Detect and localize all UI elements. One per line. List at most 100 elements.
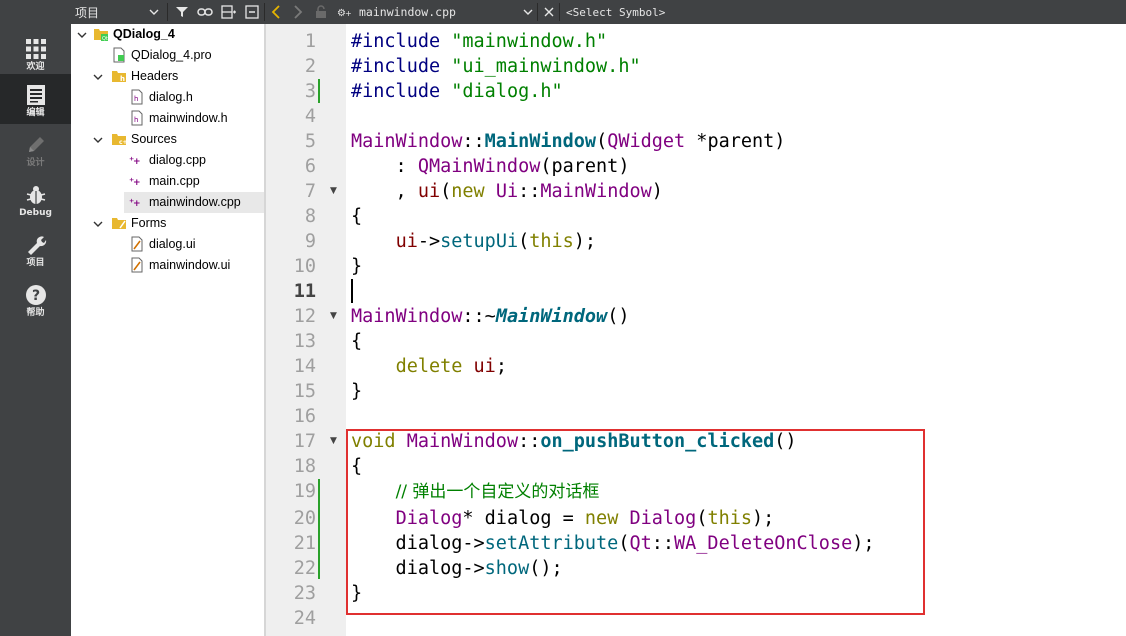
chevron-down-icon[interactable]	[93, 135, 103, 145]
chevron-down-icon[interactable]	[93, 72, 103, 82]
code-line: #include "mainwindow.h"	[351, 31, 608, 52]
fold-marker-icon[interactable]: ▼	[330, 304, 340, 329]
mode-label: 帮助	[26, 308, 45, 318]
mode-debug[interactable]: Debug	[0, 174, 71, 224]
edit-doc-icon	[25, 84, 47, 106]
line-number: 9	[304, 231, 316, 252]
cpp-file-icon: ⁺ +	[129, 194, 145, 210]
code-line: }	[351, 381, 363, 402]
text-cursor	[351, 279, 353, 303]
filter-icon[interactable]	[175, 0, 189, 24]
pencil-icon	[25, 134, 47, 156]
code-line: #include "dialog.h"	[351, 81, 563, 102]
folder-icon: h	[111, 68, 127, 84]
chevron-down-icon[interactable]	[93, 219, 103, 229]
tree-item-label: dialog.h	[149, 90, 193, 104]
line-number: 16	[293, 406, 316, 427]
cpp-file-icon: ⚙ +	[337, 0, 353, 24]
code-line: #include "ui_mainwindow.h"	[351, 56, 641, 77]
tree-item-label: Sources	[131, 132, 177, 146]
code-editor[interactable]: #include "mainwindow.h" #include "ui_mai…	[346, 24, 1126, 636]
mode-welcome[interactable]: 欢迎	[0, 28, 71, 78]
ui-file-icon	[129, 236, 145, 252]
line-number: 14	[293, 356, 316, 377]
split-icon[interactable]	[221, 0, 237, 24]
svg-text:+: +	[345, 9, 352, 18]
code-line: dialog->setAttribute(Qt::WA_DeleteOnClos…	[351, 533, 875, 554]
svg-text:+: +	[133, 199, 141, 209]
line-number: 10	[293, 256, 316, 277]
current-line-number: 11	[293, 281, 316, 302]
project-tree: Qt QDialog_4 QDialog_4.pro h Headers h d…	[71, 24, 264, 636]
lock-icon	[315, 0, 327, 24]
mode-selector-bar: 欢迎 编辑 设计 Debug 项目 ? 帮助	[0, 0, 71, 636]
tree-item-label: QDialog_4.pro	[131, 48, 212, 62]
mode-design[interactable]: 设计	[0, 124, 71, 174]
mode-projects[interactable]: 项目	[0, 224, 71, 274]
line-number: 24	[293, 608, 316, 629]
file-dropdown-icon[interactable]	[523, 0, 533, 24]
line-number: 20	[293, 508, 316, 529]
line-number: 2	[304, 56, 316, 77]
tree-item-file[interactable]: h mainwindow.h	[71, 108, 264, 129]
line-number: 6	[304, 156, 316, 177]
tree-item-label: dialog.cpp	[149, 153, 206, 167]
top-toolbar: 项目 ⚙ + mainwindow.cpp <Select Symbol>	[71, 0, 1126, 24]
help-icon: ?	[25, 284, 47, 306]
tree-item-label: main.cpp	[149, 174, 200, 188]
tree-item-file[interactable]: ⁺ + main.cpp	[71, 171, 264, 192]
symbol-selector[interactable]: <Select Symbol>	[566, 0, 665, 24]
code-line: }	[351, 256, 363, 277]
header-file-icon: h	[129, 110, 145, 126]
mode-edit[interactable]: 编辑	[0, 74, 71, 124]
tree-item-file[interactable]: h dialog.h	[71, 87, 264, 108]
tree-item-file[interactable]: mainwindow.ui	[71, 255, 264, 276]
panel-view-dropdown[interactable]	[149, 0, 159, 24]
tree-item-file[interactable]: dialog.ui	[71, 234, 264, 255]
tree-item-forms[interactable]: Forms	[71, 213, 264, 234]
tree-item-pro-file[interactable]: QDialog_4.pro	[71, 45, 264, 66]
code-line: ui->setupUi(this);	[395, 231, 597, 252]
svg-text:+: +	[133, 157, 141, 167]
mode-label: 设计	[26, 158, 45, 168]
mode-label: 编辑	[26, 108, 45, 118]
tree-item-headers[interactable]: h Headers	[71, 66, 264, 87]
code-line: Dialog* dialog = new Dialog(this);	[395, 508, 775, 529]
fold-marker-icon[interactable]: ▼	[330, 179, 340, 204]
line-number: 22	[293, 558, 316, 579]
line-number: 5	[304, 131, 316, 152]
svg-text:+: +	[133, 178, 141, 188]
close-pane-icon[interactable]	[245, 0, 259, 24]
code-line: MainWindow::~MainWindow()	[351, 306, 630, 327]
change-marker	[318, 79, 320, 103]
forward-arrow-icon[interactable]	[293, 0, 303, 24]
line-number: 21	[293, 533, 316, 554]
code-line: dialog->show();	[351, 558, 563, 579]
mode-help[interactable]: ? 帮助	[0, 274, 71, 324]
cpp-file-icon: ⁺ +	[129, 173, 145, 189]
panel-title: 项目	[75, 5, 100, 20]
code-line: {	[351, 206, 363, 227]
tree-item-label: mainwindow.cpp	[149, 195, 241, 209]
open-file-name[interactable]: mainwindow.cpp	[359, 0, 456, 24]
tree-item-label: Headers	[131, 69, 179, 83]
line-number: 7	[304, 181, 316, 202]
back-arrow-icon[interactable]	[271, 0, 281, 24]
tree-item-file-selected[interactable]: ⁺ + mainwindow.cpp	[124, 192, 264, 213]
link-icon[interactable]	[197, 0, 213, 24]
fold-marker-icon[interactable]: ▼	[330, 429, 340, 454]
close-icon[interactable]	[543, 0, 555, 24]
code-line: {	[351, 331, 363, 352]
tree-item-sources[interactable]: c+ Sources	[71, 129, 264, 150]
folder-icon	[111, 215, 127, 231]
tree-item-file[interactable]: ⁺ + dialog.cpp	[71, 150, 264, 171]
tree-item-label: dialog.ui	[149, 237, 196, 251]
line-number: 15	[293, 381, 316, 402]
cpp-file-icon: ⁺ +	[129, 152, 145, 168]
chevron-down-icon[interactable]	[77, 30, 87, 40]
project-name: QDialog_4	[113, 27, 175, 41]
tree-item-project[interactable]: Qt QDialog_4	[71, 24, 264, 45]
code-line: delete ui;	[395, 356, 507, 377]
pro-file-icon	[111, 47, 127, 63]
line-number: 3	[304, 81, 316, 102]
